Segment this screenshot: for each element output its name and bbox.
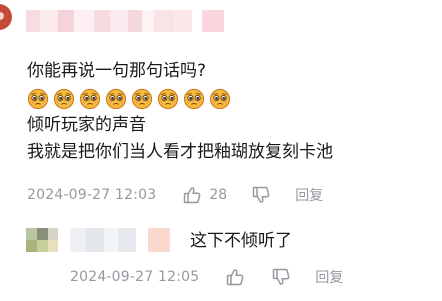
- reply-reply-button[interactable]: 回复: [315, 267, 343, 287]
- like-count: 28: [209, 187, 228, 203]
- comment-line-1: 你能再说一句那句话吗?: [27, 61, 207, 81]
- like-button[interactable]: 28: [182, 185, 227, 205]
- pleading-face-emoji: [53, 88, 75, 109]
- comment-line-2: 倾听玩家的声音: [27, 115, 146, 135]
- reply-dislike-button[interactable]: [271, 267, 291, 287]
- comment-time: 2024-09-27 12:03: [27, 187, 157, 203]
- pleading-face-emoji: [131, 88, 153, 109]
- reply-button[interactable]: 回复: [295, 185, 323, 205]
- comment-line-3: 我就是把你们当人看才把釉瑚放复刻卡池: [27, 142, 333, 162]
- emoji-row: [27, 85, 333, 112]
- reply-meta: 2024-09-27 12:05 回复: [70, 266, 343, 288]
- thumbs-up-icon: [184, 187, 201, 204]
- reply-time: 2024-09-27 12:05: [70, 269, 200, 285]
- commenter-username-redacted[interactable]: [26, 10, 224, 32]
- pleading-face-emoji: [27, 88, 49, 109]
- thumbs-up-icon: [227, 269, 244, 286]
- reply-like-button[interactable]: [225, 267, 245, 287]
- pleading-face-emoji: [105, 88, 127, 109]
- comment-content: 你能再说一句那句话吗? 倾听玩家的声音 我就是把你们当人看才把釉瑚放复刻卡池: [27, 58, 333, 166]
- reply-username-redacted[interactable]: [70, 228, 170, 252]
- reply-avatar-redacted[interactable]: [26, 228, 58, 252]
- pleading-face-emoji: [157, 88, 179, 109]
- reply-content: 这下不倾听了: [190, 231, 292, 251]
- dislike-button[interactable]: [251, 185, 271, 205]
- thumbs-down-icon: [273, 268, 290, 285]
- pleading-face-emoji: [183, 88, 205, 109]
- comment-meta: 2024-09-27 12:03 28 回复: [27, 184, 323, 206]
- commenter-avatar[interactable]: [0, 4, 12, 30]
- comment-item: 你能再说一句那句话吗? 倾听玩家的声音 我就是把你们当人看才把釉瑚放复刻卡池 2…: [0, 0, 442, 301]
- pleading-face-emoji: [209, 88, 231, 109]
- thumbs-down-icon: [252, 186, 270, 203]
- pleading-face-emoji: [79, 88, 101, 109]
